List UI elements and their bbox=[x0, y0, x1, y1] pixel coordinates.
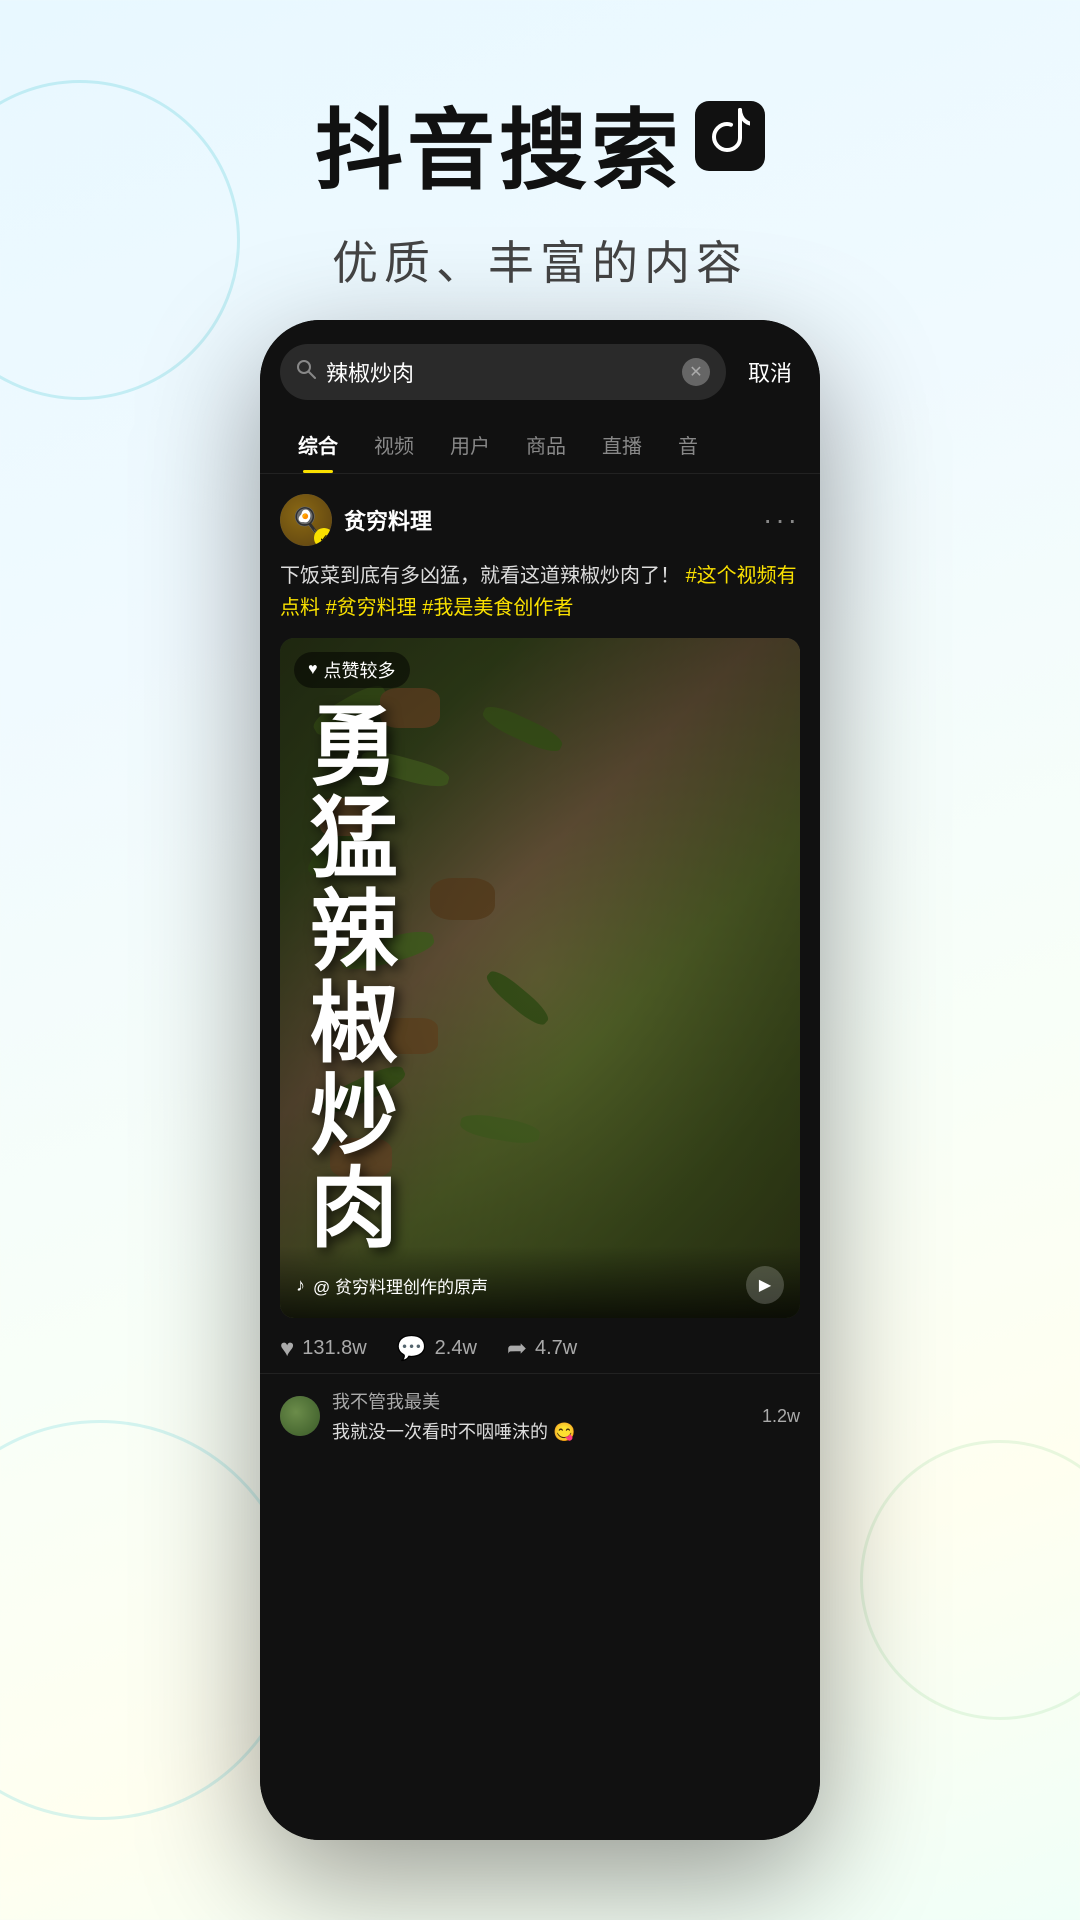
likes-count: 131.8w bbox=[302, 1337, 367, 1360]
search-cancel-button[interactable]: 取消 bbox=[740, 356, 800, 388]
commenter-name: 我不管我最美 bbox=[332, 1388, 750, 1414]
video-background: 勇猛辣椒炒肉 ♥ 点赞较多 ♪ @ 贫穷料理创作的原声 bbox=[280, 638, 800, 1318]
likes-badge-text: 点赞较多 bbox=[324, 657, 396, 683]
post-header: 🍳 ✓ 贫穷料理 ··· bbox=[280, 494, 800, 546]
video-overlay-text: 勇猛辣椒炒肉 bbox=[280, 638, 800, 1318]
comment-text: 我就没一次看时不咽唾沫的 😋 bbox=[332, 1418, 750, 1444]
heart-icon: ♥ bbox=[280, 1335, 294, 1363]
post-avatar-row: 🍳 ✓ 贫穷料理 bbox=[280, 494, 432, 546]
video-bottom-bar: ♪ @ 贫穷料理创作的原声 ▶ bbox=[280, 1246, 800, 1318]
tab-视频[interactable]: 视频 bbox=[356, 416, 432, 473]
video-thumbnail[interactable]: 勇猛辣椒炒肉 ♥ 点赞较多 ♪ @ 贫穷料理创作的原声 bbox=[280, 638, 800, 1318]
search-clear-button[interactable]: ✕ bbox=[682, 358, 710, 386]
like-button[interactable]: ♥ 131.8w bbox=[280, 1335, 367, 1363]
commenter-avatar-image bbox=[280, 1396, 320, 1436]
comment-content: 我不管我最美 我就没一次看时不咽唾沫的 😋 bbox=[332, 1388, 750, 1444]
share-icon: ➦ bbox=[507, 1334, 527, 1363]
tiktok-note-icon: ♪ bbox=[296, 1275, 305, 1296]
tab-音[interactable]: 音 bbox=[660, 416, 716, 473]
comment-button[interactable]: 💬 2.4w bbox=[397, 1334, 477, 1363]
comment-icon: 💬 bbox=[397, 1334, 427, 1363]
hashtag-3[interactable]: #我是美食创作者 bbox=[422, 597, 573, 619]
tab-bar: 综合 视频 用户 商品 直播 音 bbox=[260, 416, 820, 474]
likes-badge: ♥ 点赞较多 bbox=[294, 652, 410, 688]
tab-直播[interactable]: 直播 bbox=[584, 416, 660, 473]
page-subtitle: 优质、丰富的内容 bbox=[0, 227, 1080, 293]
bg-decoration-circle-br bbox=[860, 1440, 1080, 1720]
play-button[interactable]: ▶ bbox=[746, 1266, 784, 1304]
comment-preview: 我不管我最美 我就没一次看时不咽唾沫的 😋 1.2w bbox=[260, 1373, 820, 1458]
content-area: 🍳 ✓ 贫穷料理 ··· 下饭菜到底有多凶猛，就看这道辣椒炒肉了！ #这个视频有… bbox=[260, 474, 820, 1840]
page-header: 抖音搜索 优质、丰富的内容 bbox=[0, 0, 1080, 333]
commenter-avatar bbox=[280, 1396, 320, 1436]
tiktok-logo bbox=[695, 101, 765, 171]
search-query-text: 辣椒炒肉 bbox=[326, 356, 672, 388]
shares-count: 4.7w bbox=[535, 1337, 577, 1360]
post-card: 🍳 ✓ 贫穷料理 ··· 下饭菜到底有多凶猛，就看这道辣椒炒肉了！ #这个视频有… bbox=[260, 474, 820, 1373]
comments-count: 2.4w bbox=[435, 1337, 477, 1360]
heart-icon: ♥ bbox=[308, 661, 318, 679]
tiktok-logo-symbol bbox=[710, 108, 750, 163]
avatar[interactable]: 🍳 ✓ bbox=[280, 494, 332, 546]
video-sound-info: ♪ @ 贫穷料理创作的原声 bbox=[296, 1273, 488, 1298]
tab-商品[interactable]: 商品 bbox=[508, 416, 584, 473]
tab-用户[interactable]: 用户 bbox=[432, 416, 508, 473]
search-input-wrapper[interactable]: 辣椒炒肉 ✕ bbox=[280, 344, 726, 400]
phone-mockup: 辣椒炒肉 ✕ 取消 综合 视频 用户 商品 直播 bbox=[260, 320, 820, 1840]
engagement-row: ♥ 131.8w 💬 2.4w ➦ 4.7w bbox=[280, 1318, 800, 1373]
title-row: 抖音搜索 bbox=[0, 80, 1080, 207]
search-bar-container: 辣椒炒肉 ✕ 取消 bbox=[260, 320, 820, 416]
hashtag-2[interactable]: #贫穷料理 bbox=[326, 597, 417, 619]
comment-likes: 1.2w bbox=[762, 1406, 800, 1427]
bg-decoration-circle-bl bbox=[0, 1420, 300, 1820]
phone-screen: 辣椒炒肉 ✕ 取消 综合 视频 用户 商品 直播 bbox=[260, 320, 820, 1840]
play-icon: ▶ bbox=[759, 1275, 771, 1295]
post-username[interactable]: 贫穷料理 bbox=[344, 504, 432, 536]
share-button[interactable]: ➦ 4.7w bbox=[507, 1334, 577, 1363]
search-icon bbox=[296, 359, 316, 385]
page-title: 抖音搜索 bbox=[315, 80, 683, 207]
tab-综合[interactable]: 综合 bbox=[280, 416, 356, 473]
sound-text: @ 贫穷料理创作的原声 bbox=[313, 1273, 488, 1298]
verified-badge: ✓ bbox=[314, 528, 332, 546]
video-title-text: 勇猛辣椒炒肉 bbox=[310, 701, 400, 1255]
post-menu-button[interactable]: ··· bbox=[763, 504, 800, 536]
post-description: 下饭菜到底有多凶猛，就看这道辣椒炒肉了！ #这个视频有点料 #贫穷料理 #我是美… bbox=[280, 560, 800, 624]
clear-icon: ✕ bbox=[689, 362, 702, 382]
